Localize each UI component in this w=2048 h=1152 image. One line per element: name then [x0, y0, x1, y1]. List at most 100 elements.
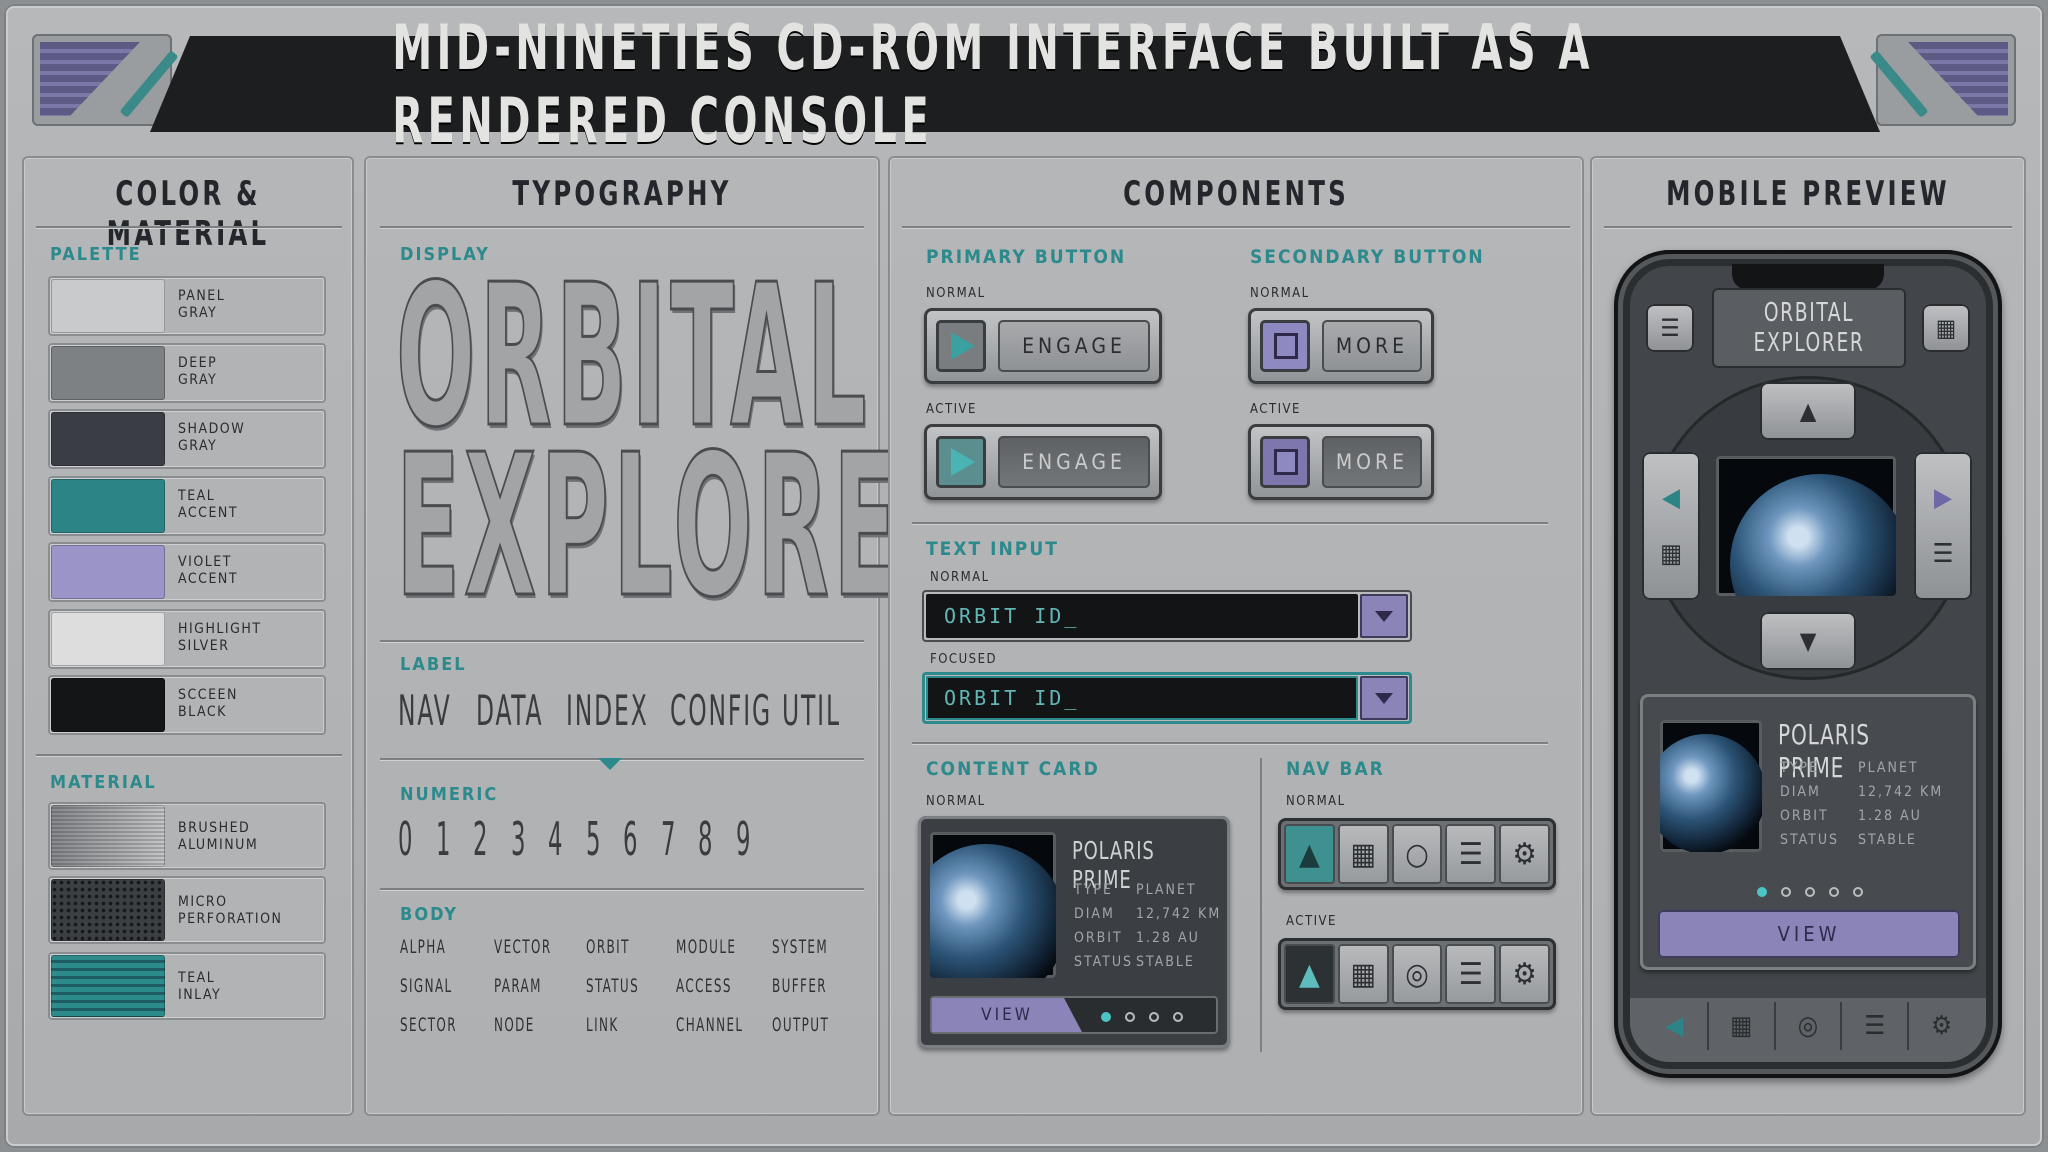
swatch-name: TEAL ACCENT — [178, 487, 239, 521]
play-icon — [936, 436, 986, 488]
numeral-sample: 0 — [398, 812, 413, 866]
page-dot[interactable] — [1805, 887, 1815, 897]
divider — [902, 226, 1570, 228]
stat-key: ORBIT — [1074, 930, 1123, 946]
label-label: LABEL — [400, 654, 467, 675]
state-normal-label: NORMAL — [930, 570, 990, 585]
body-word: ORBIT — [586, 936, 630, 958]
planet-viewport — [1716, 456, 1896, 596]
grid-icon[interactable]: ▦ — [1706, 1002, 1774, 1050]
right-control[interactable]: ▶ ☰ — [1914, 452, 1972, 600]
dropdown-arrow-icon[interactable] — [1360, 594, 1408, 638]
numeral-sample: 1 — [435, 812, 450, 866]
left-arrow-icon[interactable]: ◀ — [1662, 483, 1680, 513]
view-button[interactable]: VIEW — [1658, 910, 1960, 958]
down-arrow-icon[interactable]: ▼ — [1760, 612, 1856, 670]
grid-icon[interactable]: ▦ — [1922, 304, 1970, 352]
list-icon[interactable]: ☰ — [1445, 824, 1497, 884]
gear-icon[interactable]: ⚙ — [1499, 824, 1550, 884]
swatch-chip — [51, 279, 165, 333]
numeral-sample: 9 — [735, 812, 750, 866]
page-dot[interactable] — [1173, 1012, 1183, 1022]
material-name: MICRO PERFORATION — [178, 894, 283, 927]
engage-button-active[interactable]: ENGAGE — [924, 424, 1162, 500]
left-control[interactable]: ◀ ▦ — [1642, 452, 1700, 600]
stat-value: PLANET — [1136, 882, 1197, 898]
orbit-id-field[interactable]: ORBIT ID_ — [926, 594, 1358, 638]
dropdown-arrow-icon[interactable] — [1360, 676, 1408, 720]
more-button-active[interactable]: MORE — [1248, 424, 1434, 500]
grid-icon[interactable]: ▦ — [1337, 824, 1389, 884]
orbit-id-field[interactable]: ORBIT ID_ — [926, 676, 1358, 720]
stat-value: 12,742 KM — [1136, 906, 1222, 922]
divider — [380, 888, 864, 890]
stat-value: 1.28 AU — [1858, 808, 1922, 824]
brushed-aluminum-chip — [51, 805, 165, 867]
state-normal-label: NORMAL — [926, 794, 986, 809]
triangle-icon[interactable]: ▲ — [1284, 944, 1335, 1004]
gear-icon[interactable]: ⚙ — [1499, 944, 1550, 1004]
nav-bar-active: ▲ ▦ ◎ ☰ ⚙ — [1278, 938, 1556, 1010]
more-button[interactable]: MORE — [1248, 308, 1434, 384]
typography-heading: TYPOGRAPHY — [512, 174, 732, 214]
target-icon[interactable]: ◎ — [1773, 1002, 1841, 1050]
engage-button[interactable]: ENGAGE — [924, 308, 1162, 384]
swatch-chip — [51, 345, 165, 400]
page-dots[interactable] — [1750, 882, 1870, 901]
stat-key: TYPE — [1780, 760, 1819, 776]
left-corner-vent — [32, 34, 179, 126]
stat-value: STABLE — [1136, 954, 1195, 970]
color-material-heading: COLOR & MATERIAL — [106, 174, 270, 254]
numeric-row: 0123456789 — [398, 812, 778, 872]
body-word: ACCESS — [676, 975, 732, 997]
right-arrow-icon[interactable]: ▶ — [1934, 483, 1952, 513]
material-label: MATERIAL — [50, 772, 157, 793]
stat-row: DIAM 12,742 KM — [1780, 780, 1960, 804]
material-name: TEAL INLAY — [178, 970, 222, 1003]
divider — [380, 758, 864, 760]
page-dots[interactable] — [1094, 1007, 1190, 1026]
page-dot[interactable] — [1757, 887, 1767, 897]
stat-row: ORBIT 1.28 AU — [1780, 804, 1960, 828]
stat-key: ORBIT — [1780, 808, 1829, 824]
body-word: SECTOR — [400, 1014, 457, 1036]
mobile-preview-heading: MOBILE PREVIEW — [1666, 174, 1950, 214]
phone-notch — [1732, 264, 1884, 290]
gear-icon[interactable]: ⚙ — [1907, 1002, 1974, 1050]
content-card[interactable]: POLARIS PRIME TYPE PLANET DIAM 12,742 KM ORB… — [918, 816, 1230, 1048]
list-icon[interactable]: ☰ — [1840, 1002, 1907, 1050]
stat-value: PLANET — [1858, 760, 1919, 776]
menu-icon[interactable]: ☰ — [1646, 304, 1694, 352]
page-dot[interactable] — [1149, 1012, 1159, 1022]
target-icon[interactable]: ◎ — [1391, 944, 1443, 1004]
body-word: BUFFER — [772, 975, 828, 997]
view-button[interactable]: VIEW — [932, 998, 1082, 1032]
page-dot[interactable] — [1853, 887, 1863, 897]
list-icon[interactable]: ☰ — [1445, 944, 1497, 1004]
grid-icon[interactable]: ▦ — [1660, 539, 1682, 569]
orbit-id-input[interactable]: ORBIT ID_ — [922, 590, 1412, 642]
up-arrow-icon[interactable]: ▲ — [1760, 382, 1856, 440]
swatch-name: DEEP GRAY — [178, 354, 218, 388]
stat-key: TYPE — [1074, 882, 1113, 898]
stat-row: STATUS STABLE — [1074, 950, 1224, 974]
back-icon[interactable]: ◀ — [1642, 1002, 1707, 1050]
play-icon — [936, 320, 986, 372]
page-dot[interactable] — [1101, 1012, 1111, 1022]
numeral-sample: 6 — [623, 812, 638, 866]
page-dot[interactable] — [1125, 1012, 1135, 1022]
stat-row: DIAM 12,742 KM — [1074, 902, 1224, 926]
body-word: PARAM — [494, 975, 542, 997]
page-dot[interactable] — [1829, 887, 1839, 897]
list-icon[interactable]: ☰ — [1933, 539, 1954, 569]
circle-icon[interactable]: ○ — [1391, 824, 1443, 884]
page-dot[interactable] — [1781, 887, 1791, 897]
mobile-content-card[interactable]: POLARIS PRIME TYPE PLANET DIAM 12,742 KM ORB… — [1640, 694, 1976, 970]
grid-icon[interactable]: ▦ — [1337, 944, 1389, 1004]
swatch-chip — [51, 478, 165, 533]
swatch: HIGHLIGHT SILVER — [48, 608, 326, 669]
more-button-label: MORE — [1322, 436, 1422, 488]
triangle-icon[interactable]: ▲ — [1284, 824, 1335, 884]
orbit-id-input-focused[interactable]: ORBIT ID_ — [922, 672, 1412, 724]
label-sample: DATA — [476, 686, 544, 735]
